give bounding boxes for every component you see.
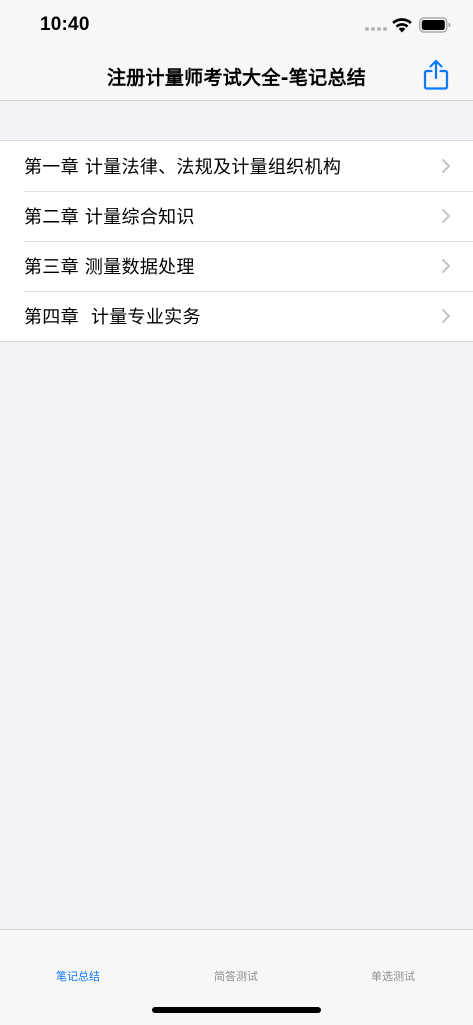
- chapter-row-3[interactable]: 第三章 测量数据处理: [0, 241, 473, 291]
- wifi-icon: [392, 18, 412, 33]
- status-time: 10:40: [40, 14, 90, 35]
- battery-icon: [419, 17, 451, 33]
- content-area: 第一章 计量法律、法规及计量组织机构 第二章 计量综合知识 第三章 测量数据处理…: [0, 101, 473, 342]
- tab-notes[interactable]: 笔记总结: [18, 968, 138, 984]
- home-indicator[interactable]: [152, 1007, 321, 1013]
- chapter-list: 第一章 计量法律、法规及计量组织机构 第二章 计量综合知识 第三章 测量数据处理…: [0, 140, 473, 342]
- chapter-label: 第二章 计量综合知识: [24, 207, 195, 228]
- page-title: 注册计量师考试大全-笔记总结: [106, 67, 367, 89]
- chapter-label: 第一章 计量法律、法规及计量组织机构: [24, 157, 342, 178]
- status-bar: 10:40: [0, 0, 473, 50]
- chevron-right-icon: [442, 259, 450, 273]
- navigation-bar: 注册计量师考试大全-笔记总结: [0, 50, 473, 101]
- chapter-row-4[interactable]: 第四章 计量专业实务: [0, 291, 473, 341]
- share-icon[interactable]: [422, 59, 450, 91]
- tab-single-choice[interactable]: 单选测试: [333, 968, 453, 984]
- signal-dots-icon: [365, 27, 387, 31]
- chapter-label: 第三章 测量数据处理: [24, 257, 195, 278]
- chapter-row-1[interactable]: 第一章 计量法律、法规及计量组织机构: [0, 141, 473, 191]
- chapter-label: 第四章 计量专业实务: [24, 307, 201, 328]
- tab-short-answer[interactable]: 简答测试: [176, 968, 296, 984]
- chevron-right-icon: [442, 309, 450, 323]
- chapter-row-2[interactable]: 第二章 计量综合知识: [0, 191, 473, 241]
- chevron-right-icon: [442, 159, 450, 173]
- chevron-right-icon: [442, 209, 450, 223]
